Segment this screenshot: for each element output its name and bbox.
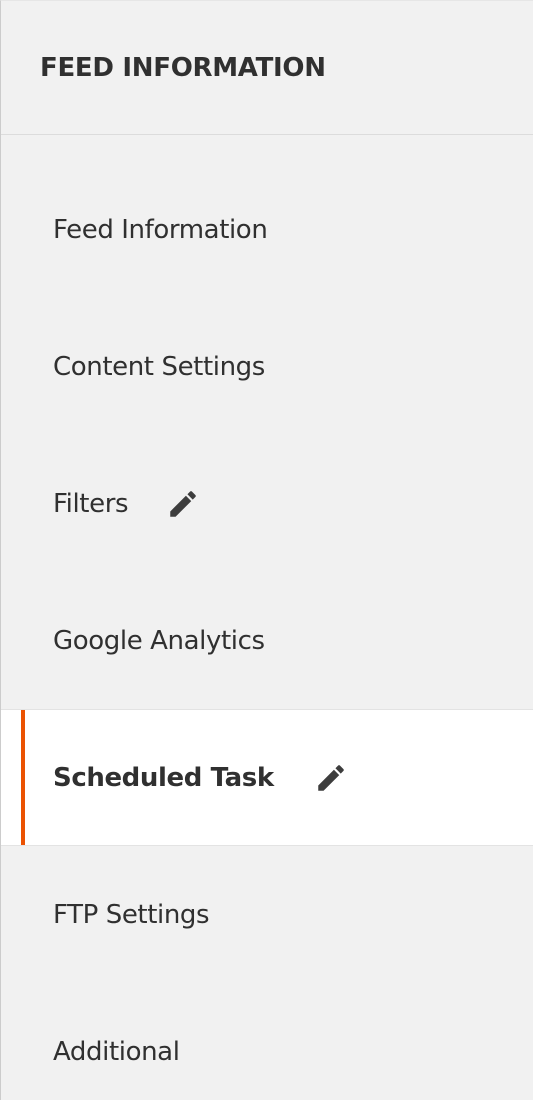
tab-filters[interactable]: Filters <box>1 435 533 572</box>
panel-title: FEED INFORMATION <box>40 52 326 83</box>
tab-nav-list: Feed Information Content Settings Filter… <box>1 161 533 1120</box>
panel-header: FEED INFORMATION <box>1 1 533 135</box>
pencil-icon <box>166 487 200 521</box>
tab-ftp-settings[interactable]: FTP Settings <box>1 846 533 983</box>
tab-label: Filters <box>53 488 129 519</box>
tab-scheduled-task[interactable]: Scheduled Task <box>1 709 533 846</box>
tab-feed-information[interactable]: Feed Information <box>1 161 533 298</box>
tab-label: Google Analytics <box>53 625 265 656</box>
tab-google-analytics[interactable]: Google Analytics <box>1 572 533 709</box>
pencil-icon <box>314 761 348 795</box>
tab-label: Scheduled Task <box>53 762 274 793</box>
feed-tabs-panel: FEED INFORMATION Feed Information Conten… <box>0 0 533 1100</box>
tab-label: Additional <box>53 1036 180 1067</box>
tab-additional[interactable]: Additional <box>1 983 533 1120</box>
tab-content-settings[interactable]: Content Settings <box>1 298 533 435</box>
tab-label: FTP Settings <box>53 899 210 930</box>
tab-label: Content Settings <box>53 351 265 382</box>
tab-label: Feed Information <box>53 214 268 245</box>
